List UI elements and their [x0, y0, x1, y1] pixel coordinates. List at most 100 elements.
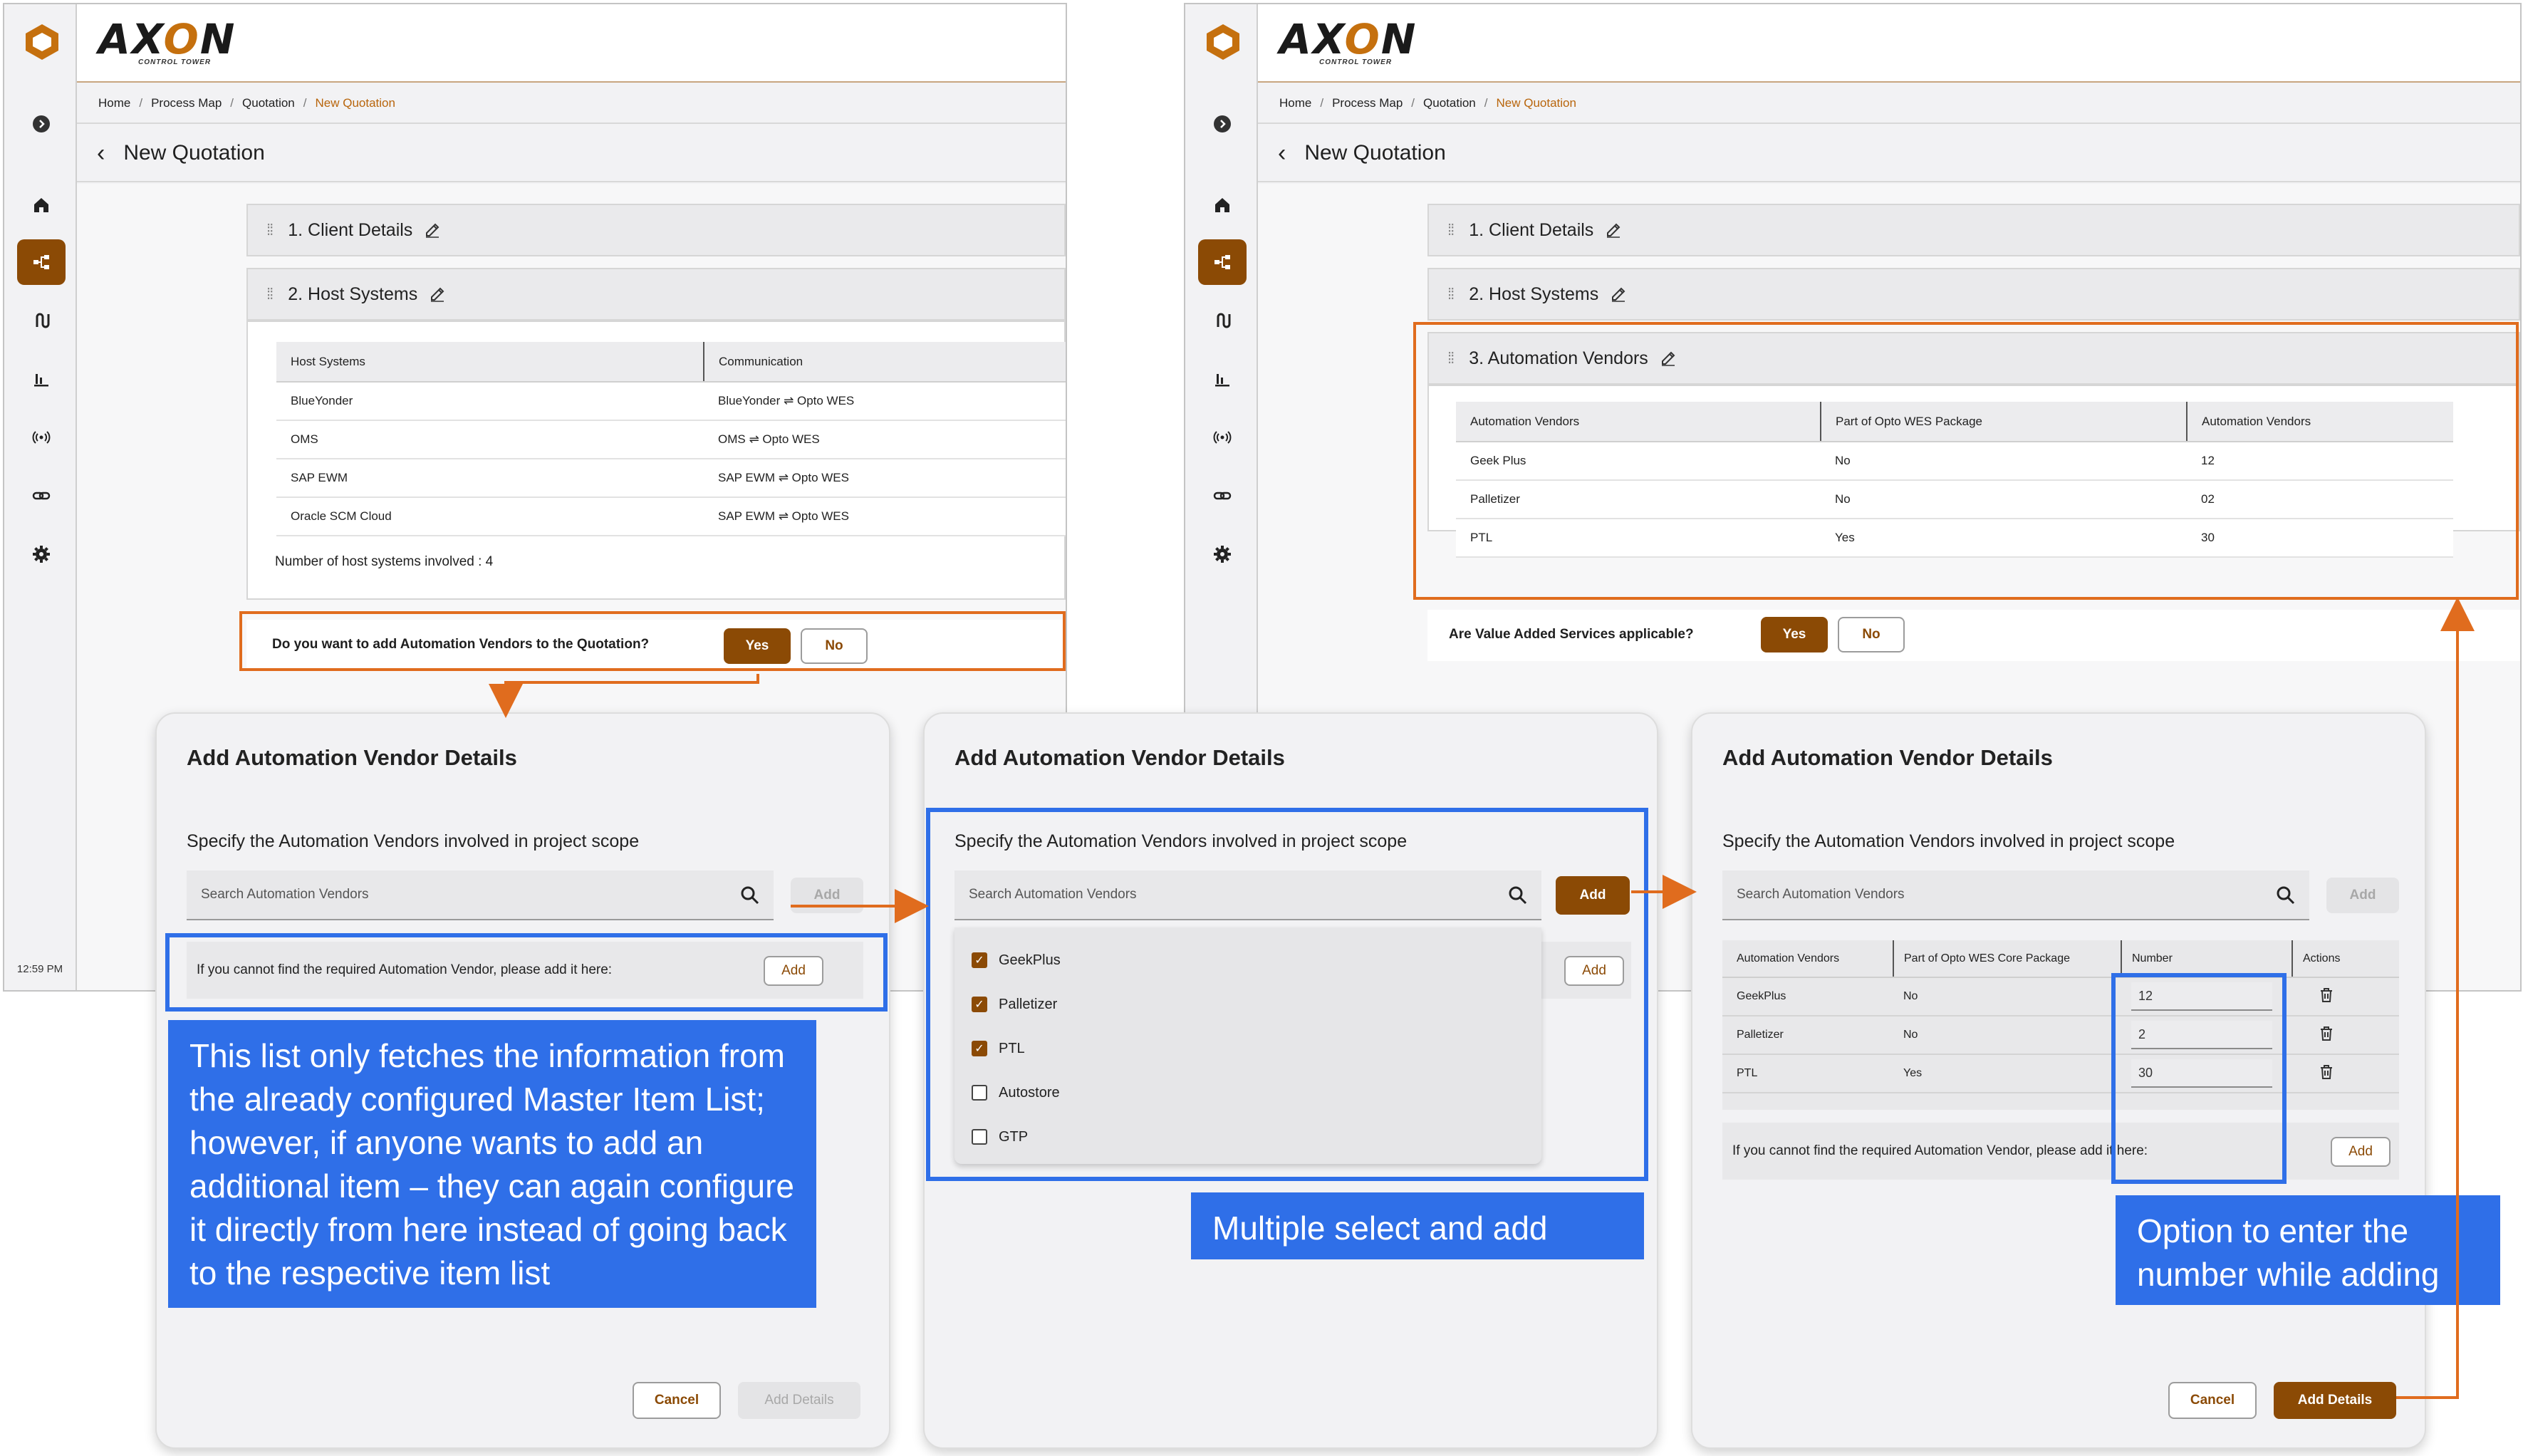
edit-icon[interactable]: [1610, 286, 1627, 303]
brand-logo: AXON: [98, 15, 236, 63]
breadcrumb-home[interactable]: Home: [98, 96, 130, 110]
section-host-systems[interactable]: ⁞⁞ 2. Host Systems: [246, 268, 1066, 321]
sidebar-collapse-button[interactable]: [17, 101, 66, 147]
yes-button[interactable]: Yes: [1761, 617, 1828, 652]
brand-subtitle: CONTROL TOWER: [138, 58, 212, 66]
page-header: ‹ New Quotation: [77, 125, 1066, 182]
sidebar-item-home[interactable]: [1198, 182, 1247, 228]
clock-time: 12:59 PM: [16, 963, 63, 975]
callout-master-list: This list only fetches the information f…: [168, 1020, 816, 1308]
drag-handle-icon[interactable]: ⁞⁞: [266, 285, 274, 303]
column-header: Communication: [703, 342, 1066, 383]
axon-logo-icon: [26, 24, 58, 60]
search-placeholder: Search Automation Vendors: [201, 887, 369, 902]
section-title: 2. Host Systems: [288, 284, 418, 304]
brand-subtitle: CONTROL TOWER: [1319, 58, 1393, 66]
sidebar-collapse-button[interactable]: [1198, 101, 1247, 147]
cancel-button[interactable]: Cancel: [2168, 1382, 2257, 1419]
back-arrow-icon[interactable]: ‹: [97, 141, 105, 165]
edit-icon[interactable]: [429, 286, 446, 303]
section-title: 2. Host Systems: [1469, 284, 1599, 304]
sidebar-item-links[interactable]: [17, 473, 66, 519]
table-cell: No: [1893, 1016, 2121, 1055]
breadcrumb: Home / Process Map / Quotation / New Quotat…: [1258, 84, 2520, 124]
highlight-number-column: [2111, 973, 2287, 1184]
cannot-find-text: If you cannot find the required Automati…: [1732, 1143, 2148, 1158]
dialog-subtitle: Specify the Automation Vendors involved …: [1722, 831, 2175, 851]
breadcrumb-quotation[interactable]: Quotation: [1423, 96, 1476, 110]
table-row: Oracle SCM Cloud SAP EWM ⇌ Opto WES: [276, 497, 1066, 536]
selected-vendors-table: Automation Vendors Part of Opto WES Core…: [1722, 940, 2399, 1093]
sidebar-item-process-map[interactable]: [17, 239, 66, 285]
sidebar-item-settings[interactable]: [1198, 531, 1247, 577]
add-search-button[interactable]: Add: [2326, 878, 2399, 913]
dialog-title: Add Automation Vendor Details: [1722, 745, 2053, 770]
callout-enter-number: Option to enter the number while adding: [2116, 1195, 2500, 1305]
table-cell: BlueYonder: [276, 382, 704, 421]
table-cell: [2292, 977, 2399, 1016]
column-header: Actions: [2291, 940, 2399, 978]
drag-handle-icon[interactable]: ⁞⁞: [266, 221, 274, 239]
sidebar-item-analytics[interactable]: [17, 356, 66, 402]
section-client-details[interactable]: ⁞⁞ 1. Client Details: [246, 204, 1066, 256]
signal-icon: [1213, 431, 1232, 444]
delete-icon[interactable]: [2318, 1025, 2335, 1042]
add-search-button[interactable]: Add: [791, 878, 863, 913]
edit-icon[interactable]: [424, 222, 441, 239]
drag-handle-icon[interactable]: ⁞⁞: [1447, 221, 1455, 239]
page-header: ‹ New Quotation: [1258, 125, 2520, 182]
add-details-button[interactable]: Add Details: [738, 1382, 860, 1419]
breadcrumb-process-map[interactable]: Process Map: [151, 96, 222, 110]
sidebar-item-settings[interactable]: [17, 531, 66, 577]
routes-icon: [36, 313, 50, 328]
search-icon[interactable]: [2275, 885, 2296, 906]
table-cell: PTL: [1722, 1054, 1893, 1093]
search-icon[interactable]: [739, 885, 761, 906]
section-host-systems[interactable]: ⁞⁞ 2. Host Systems: [1427, 268, 2520, 321]
table-row: Palletizer No 2: [1722, 1016, 2399, 1055]
search-input[interactable]: Search Automation Vendors: [187, 870, 774, 920]
section-title: 1. Client Details: [288, 219, 413, 240]
section-title: 1. Client Details: [1469, 219, 1594, 240]
gear-icon: [33, 546, 50, 563]
process-map-icon: [33, 255, 49, 269]
sidebar-item-links[interactable]: [1198, 473, 1247, 519]
table-cell: [2292, 1016, 2399, 1055]
column-header: Part of Opto WES Core Package: [1893, 940, 2121, 978]
search-input[interactable]: Search Automation Vendors: [1722, 870, 2309, 920]
sidebar-item-signal[interactable]: [1198, 415, 1247, 460]
drag-handle-icon[interactable]: ⁞⁞: [1447, 285, 1455, 303]
question-row: Are Value Added Services applicable? Yes…: [1427, 610, 2520, 661]
breadcrumb-current: New Quotation: [1496, 96, 1576, 110]
sidebar-item-routes[interactable]: [17, 298, 66, 343]
cancel-button[interactable]: Cancel: [633, 1382, 721, 1419]
no-button[interactable]: No: [1838, 617, 1905, 652]
edit-icon[interactable]: [1605, 222, 1622, 239]
delete-icon[interactable]: [2318, 1064, 2335, 1081]
breadcrumb-quotation[interactable]: Quotation: [242, 96, 295, 110]
dialog-add-vendor-3: Add Automation Vendor Details Specify th…: [1691, 712, 2426, 1449]
top-bar: AXON CONTROL TOWER: [77, 4, 1066, 83]
sidebar-item-routes[interactable]: [1198, 298, 1247, 343]
sidebar-item-signal[interactable]: [17, 415, 66, 460]
search-placeholder: Search Automation Vendors: [1737, 887, 1905, 902]
add-new-vendor-button[interactable]: Add: [2331, 1137, 2391, 1167]
dialog-title: Add Automation Vendor Details: [954, 745, 1285, 770]
sidebar-item-home[interactable]: [17, 182, 66, 228]
add-details-button[interactable]: Add Details: [2274, 1382, 2396, 1419]
delete-icon[interactable]: [2318, 987, 2335, 1004]
breadcrumb-home[interactable]: Home: [1279, 96, 1311, 110]
table-row: OMS OMS ⇌ Opto WES: [276, 420, 1066, 459]
sidebar-item-process-map[interactable]: [1198, 239, 1247, 285]
sidebar-item-analytics[interactable]: [1198, 356, 1247, 402]
section-client-details[interactable]: ⁞⁞ 1. Client Details: [1427, 204, 2520, 256]
table-cell: BlueYonder ⇌ Opto WES: [704, 382, 1066, 421]
host-systems-table: Host Systems Communication BlueYonder Bl…: [276, 342, 1066, 536]
highlight-multi-select-list: [926, 808, 1648, 1181]
table-cell: SAP EWM ⇌ Opto WES: [704, 459, 1066, 498]
breadcrumb-current: New Quotation: [315, 96, 395, 110]
breadcrumb-process-map[interactable]: Process Map: [1332, 96, 1403, 110]
back-arrow-icon[interactable]: ‹: [1278, 141, 1286, 165]
table-row: PTL Yes 30: [1722, 1054, 2399, 1093]
question-text: Are Value Added Services applicable?: [1449, 627, 1694, 642]
